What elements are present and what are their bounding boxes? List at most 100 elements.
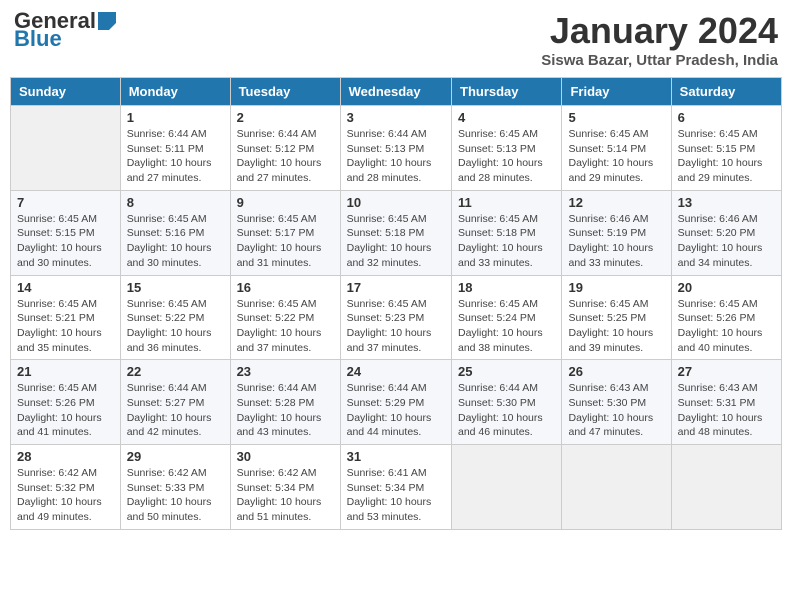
day-info: Sunrise: 6:46 AMSunset: 5:19 PMDaylight:… — [568, 212, 664, 271]
table-row: 10 Sunrise: 6:45 AMSunset: 5:18 PMDayligh… — [340, 190, 451, 275]
table-row: 30Sunrise: 6:42 AMSunset: 5:34 PMDayligh… — [230, 445, 340, 530]
col-monday: Monday — [120, 78, 230, 106]
table-row — [11, 106, 121, 191]
day-number: 12 — [568, 195, 664, 210]
calendar-week-3: 14Sunrise: 6:45 AMSunset: 5:21 PMDayligh… — [11, 275, 782, 360]
day-number: 4 — [458, 110, 555, 125]
day-info: Sunrise: 6:45 AMSunset: 5:15 PMDaylight:… — [678, 127, 775, 186]
day-info: Sunrise: 6:44 AMSunset: 5:28 PMDaylight:… — [237, 381, 334, 440]
day-number: 13 — [678, 195, 775, 210]
day-number: 1 — [127, 110, 224, 125]
table-row: 6 Sunrise: 6:45 AMSunset: 5:15 PMDaylight… — [671, 106, 781, 191]
logo: General Blue — [14, 10, 116, 50]
table-row: 20 Sunrise: 6:45 AMSunset: 5:26 PMDayligh… — [671, 275, 781, 360]
day-number: 16 — [237, 280, 334, 295]
table-row: 2 Sunrise: 6:44 AMSunset: 5:12 PMDaylight… — [230, 106, 340, 191]
day-info: Sunrise: 6:45 AMSunset: 5:16 PMDaylight:… — [127, 212, 224, 271]
col-wednesday: Wednesday — [340, 78, 451, 106]
day-info: Sunrise: 6:45 AMSunset: 5:13 PMDaylight:… — [458, 127, 555, 186]
col-thursday: Thursday — [452, 78, 562, 106]
table-row: 16 Sunrise: 6:45 AMSunset: 5:22 PMDayligh… — [230, 275, 340, 360]
day-info: Sunrise: 6:44 AMSunset: 5:12 PMDaylight:… — [237, 127, 334, 186]
table-row: 9 Sunrise: 6:45 AMSunset: 5:17 PMDaylight… — [230, 190, 340, 275]
table-row: 17 Sunrise: 6:45 AMSunset: 5:23 PMDayligh… — [340, 275, 451, 360]
day-info: Sunrise: 6:44 AMSunset: 5:11 PMDaylight:… — [127, 127, 224, 186]
calendar-location: Siswa Bazar, Uttar Pradesh, India — [541, 52, 778, 69]
calendar-table: Sunday Monday Tuesday Wednesday Thursday… — [10, 77, 782, 530]
day-info: Sunrise: 6:44 AMSunset: 5:30 PMDaylight:… — [458, 381, 555, 440]
calendar-week-4: 21 Sunrise: 6:45 AMSunset: 5:26 PMDayligh… — [11, 360, 782, 445]
table-row — [562, 445, 671, 530]
table-row: 5Sunrise: 6:45 AMSunset: 5:14 PMDaylight… — [562, 106, 671, 191]
table-row: 4 Sunrise: 6:45 AMSunset: 5:13 PMDaylight… — [452, 106, 562, 191]
day-number: 6 — [678, 110, 775, 125]
day-number: 23 — [237, 364, 334, 379]
day-info: Sunrise: 6:45 AMSunset: 5:17 PMDaylight:… — [237, 212, 334, 271]
day-number: 21 — [17, 364, 114, 379]
day-info: Sunrise: 6:45 AMSunset: 5:26 PMDaylight:… — [17, 381, 114, 440]
day-info: Sunrise: 6:43 AMSunset: 5:30 PMDaylight:… — [568, 381, 664, 440]
calendar-week-2: 7 Sunrise: 6:45 AMSunset: 5:15 PMDaylight… — [11, 190, 782, 275]
day-number: 26 — [568, 364, 664, 379]
page-header: General Blue January 2024 Siswa Bazar, U… — [10, 10, 782, 69]
table-row: 3Sunrise: 6:44 AMSunset: 5:13 PMDaylight… — [340, 106, 451, 191]
table-row: 19Sunrise: 6:45 AMSunset: 5:25 PMDayligh… — [562, 275, 671, 360]
day-info: Sunrise: 6:45 AMSunset: 5:21 PMDaylight:… — [17, 297, 114, 356]
day-info: Sunrise: 6:44 AMSunset: 5:27 PMDaylight:… — [127, 381, 224, 440]
table-row: 24Sunrise: 6:44 AMSunset: 5:29 PMDayligh… — [340, 360, 451, 445]
col-sunday: Sunday — [11, 78, 121, 106]
day-number: 29 — [127, 449, 224, 464]
day-number: 7 — [17, 195, 114, 210]
day-info: Sunrise: 6:45 AMSunset: 5:24 PMDaylight:… — [458, 297, 555, 356]
day-info: Sunrise: 6:45 AMSunset: 5:15 PMDaylight:… — [17, 212, 114, 271]
col-tuesday: Tuesday — [230, 78, 340, 106]
table-row: 31Sunrise: 6:41 AMSunset: 5:34 PMDayligh… — [340, 445, 451, 530]
day-number: 3 — [347, 110, 445, 125]
day-number: 18 — [458, 280, 555, 295]
table-row: 25 Sunrise: 6:44 AMSunset: 5:30 PMDayligh… — [452, 360, 562, 445]
logo-blue-text: Blue — [14, 28, 116, 50]
table-row: 21 Sunrise: 6:45 AMSunset: 5:26 PMDayligh… — [11, 360, 121, 445]
day-number: 22 — [127, 364, 224, 379]
day-number: 17 — [347, 280, 445, 295]
day-info: Sunrise: 6:45 AMSunset: 5:22 PMDaylight:… — [237, 297, 334, 356]
table-row: 27Sunrise: 6:43 AMSunset: 5:31 PMDayligh… — [671, 360, 781, 445]
table-row: 23 Sunrise: 6:44 AMSunset: 5:28 PMDayligh… — [230, 360, 340, 445]
table-row: 28 Sunrise: 6:42 AMSunset: 5:32 PMDayligh… — [11, 445, 121, 530]
day-number: 15 — [127, 280, 224, 295]
day-number: 5 — [568, 110, 664, 125]
day-number: 9 — [237, 195, 334, 210]
day-info: Sunrise: 6:45 AMSunset: 5:18 PMDaylight:… — [458, 212, 555, 271]
table-row: 15 Sunrise: 6:45 AMSunset: 5:22 PMDayligh… — [120, 275, 230, 360]
table-row — [671, 445, 781, 530]
day-number: 27 — [678, 364, 775, 379]
table-row: 1 Sunrise: 6:44 AMSunset: 5:11 PMDaylight… — [120, 106, 230, 191]
day-info: Sunrise: 6:42 AMSunset: 5:32 PMDaylight:… — [17, 466, 114, 525]
table-row: 18 Sunrise: 6:45 AMSunset: 5:24 PMDayligh… — [452, 275, 562, 360]
day-info: Sunrise: 6:42 AMSunset: 5:33 PMDaylight:… — [127, 466, 224, 525]
day-number: 31 — [347, 449, 445, 464]
day-info: Sunrise: 6:45 AMSunset: 5:26 PMDaylight:… — [678, 297, 775, 356]
calendar-week-5: 28 Sunrise: 6:42 AMSunset: 5:32 PMDayligh… — [11, 445, 782, 530]
table-row: 29 Sunrise: 6:42 AMSunset: 5:33 PMDayligh… — [120, 445, 230, 530]
table-row: 11 Sunrise: 6:45 AMSunset: 5:18 PMDayligh… — [452, 190, 562, 275]
day-number: 11 — [458, 195, 555, 210]
day-number: 25 — [458, 364, 555, 379]
day-info: Sunrise: 6:42 AMSunset: 5:34 PMDaylight:… — [237, 466, 334, 525]
table-row: 8Sunrise: 6:45 AMSunset: 5:16 PMDaylight… — [120, 190, 230, 275]
day-number: 20 — [678, 280, 775, 295]
day-info: Sunrise: 6:45 AMSunset: 5:23 PMDaylight:… — [347, 297, 445, 356]
col-friday: Friday — [562, 78, 671, 106]
day-info: Sunrise: 6:44 AMSunset: 5:29 PMDaylight:… — [347, 381, 445, 440]
table-row: 13Sunrise: 6:46 AMSunset: 5:20 PMDayligh… — [671, 190, 781, 275]
day-info: Sunrise: 6:45 AMSunset: 5:22 PMDaylight:… — [127, 297, 224, 356]
day-number: 28 — [17, 449, 114, 464]
day-info: Sunrise: 6:45 AMSunset: 5:18 PMDaylight:… — [347, 212, 445, 271]
day-number: 2 — [237, 110, 334, 125]
calendar-header-row: Sunday Monday Tuesday Wednesday Thursday… — [11, 78, 782, 106]
day-number: 10 — [347, 195, 445, 210]
table-row: 12 Sunrise: 6:46 AMSunset: 5:19 PMDayligh… — [562, 190, 671, 275]
day-number: 19 — [568, 280, 664, 295]
table-row: 22 Sunrise: 6:44 AMSunset: 5:27 PMDayligh… — [120, 360, 230, 445]
calendar-title-block: January 2024 Siswa Bazar, Uttar Pradesh,… — [541, 10, 778, 69]
